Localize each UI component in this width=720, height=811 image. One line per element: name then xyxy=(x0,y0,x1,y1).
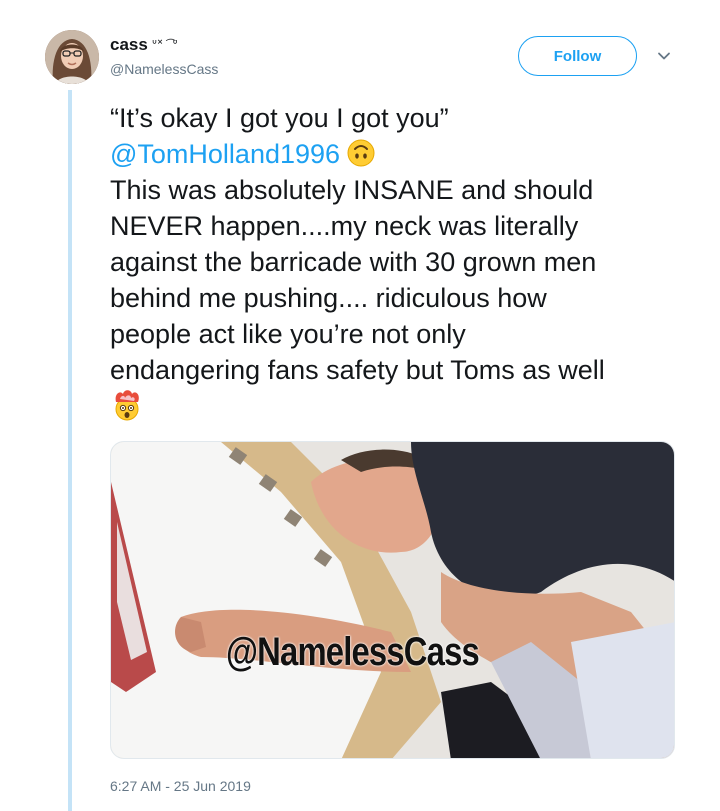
user-info[interactable]: cass ᐡ˟ ͡ ᐡ @NamelessCass xyxy=(110,35,218,77)
media-watermark: @NamelessCass xyxy=(226,630,480,674)
tweet-line-quote: “It’s okay I got you I got you” xyxy=(110,103,449,133)
tweet-timestamp[interactable]: 6:27 AM - 25 Jun 2019 xyxy=(110,778,251,794)
name-decoration: ᐡ˟ ͡ ᐡ xyxy=(151,37,179,52)
mention-link[interactable]: @TomHolland1996 xyxy=(110,139,340,169)
display-name-text[interactable]: cass xyxy=(110,35,148,55)
display-name[interactable]: cass ᐡ˟ ͡ ᐡ xyxy=(110,35,218,55)
media-image xyxy=(111,442,674,758)
user-handle[interactable]: @NamelessCass xyxy=(110,61,218,77)
tweet-text: “It’s okay I got you I got you” @TomHoll… xyxy=(110,100,700,426)
exploding-head-emoji xyxy=(115,390,139,421)
follow-button[interactable]: Follow xyxy=(518,36,637,76)
tweet-line: against the barricade with 30 grown men xyxy=(110,247,597,277)
tweet-line: people act like you’re not only xyxy=(110,319,466,349)
tweet-line: This was absolutely INSANE and should xyxy=(110,175,594,205)
thread-line xyxy=(68,90,72,811)
tweet-media[interactable]: @NamelessCass xyxy=(110,441,675,759)
chevron-down-icon[interactable] xyxy=(656,48,672,64)
avatar[interactable] xyxy=(45,30,99,84)
tweet-line: behind me pushing.... ridiculous how xyxy=(110,283,547,313)
tweet-line: endangering fans safety but Toms as well xyxy=(110,355,605,385)
upside-down-face-emoji xyxy=(347,139,375,167)
tweet-line-mention: @TomHolland1996 xyxy=(110,136,700,172)
avatar-image xyxy=(45,30,99,84)
tweet-line: NEVER happen....my neck was literally xyxy=(110,211,579,241)
tweet-line-emoji xyxy=(110,388,700,426)
